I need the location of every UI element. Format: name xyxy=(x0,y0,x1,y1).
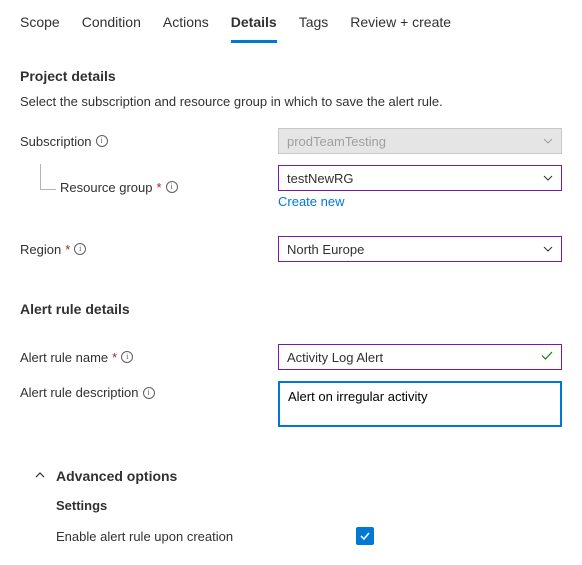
subscription-label-text: Subscription xyxy=(20,134,92,149)
subscription-row: Subscription i prodTeamTesting xyxy=(20,127,562,155)
required-asterisk: * xyxy=(112,350,117,365)
tab-review-create[interactable]: Review + create xyxy=(350,14,451,43)
check-icon xyxy=(540,349,554,366)
info-icon[interactable]: i xyxy=(166,181,178,193)
advanced-options-toggle[interactable]: Advanced options xyxy=(20,468,562,484)
alert-rule-name-label-text: Alert rule name xyxy=(20,350,108,365)
indent-line xyxy=(40,164,56,190)
resource-group-row: Resource group * i testNewRG Create new xyxy=(20,165,562,209)
tab-scope[interactable]: Scope xyxy=(20,14,60,43)
chevron-up-icon xyxy=(34,469,46,484)
info-icon[interactable]: i xyxy=(143,387,155,399)
alert-rule-name-label: Alert rule name * i xyxy=(20,350,278,365)
required-asterisk: * xyxy=(157,180,162,195)
region-select[interactable]: North Europe xyxy=(278,236,562,262)
tab-condition[interactable]: Condition xyxy=(82,14,141,43)
advanced-options-title: Advanced options xyxy=(56,468,177,484)
tab-actions[interactable]: Actions xyxy=(163,14,209,43)
resource-group-select[interactable]: testNewRG xyxy=(278,165,562,191)
info-icon[interactable]: i xyxy=(74,243,86,255)
resource-group-label: Resource group * i xyxy=(20,180,278,195)
project-details-title: Project details xyxy=(20,68,562,84)
details-content: Project details Select the subscription … xyxy=(0,44,582,565)
alert-rule-description-input[interactable] xyxy=(278,381,562,427)
subscription-value: prodTeamTesting xyxy=(287,134,386,149)
chevron-down-icon xyxy=(542,243,554,255)
alert-rule-name-row: Alert rule name * i Activity Log Alert xyxy=(20,343,562,371)
alert-rule-name-value: Activity Log Alert xyxy=(287,350,383,365)
resource-group-label-text: Resource group xyxy=(60,180,153,195)
enable-alert-rule-row: Enable alert rule upon creation xyxy=(20,527,562,545)
alert-rule-description-row: Alert rule description i xyxy=(20,381,562,430)
alert-rule-description-label-text: Alert rule description xyxy=(20,385,139,400)
alert-rule-name-input[interactable]: Activity Log Alert xyxy=(278,344,562,370)
region-value: North Europe xyxy=(287,242,364,257)
chevron-down-icon xyxy=(542,135,554,147)
info-icon[interactable]: i xyxy=(121,351,133,363)
alert-rule-description-label: Alert rule description i xyxy=(20,381,278,400)
resource-group-value: testNewRG xyxy=(287,171,353,186)
tab-bar: Scope Condition Actions Details Tags Rev… xyxy=(0,0,582,44)
region-label: Region * i xyxy=(20,242,278,257)
tab-tags[interactable]: Tags xyxy=(299,14,329,43)
chevron-down-icon xyxy=(542,172,554,184)
settings-title: Settings xyxy=(20,498,562,513)
project-details-hint: Select the subscription and resource gro… xyxy=(20,94,562,109)
create-new-link[interactable]: Create new xyxy=(278,194,344,209)
tab-details[interactable]: Details xyxy=(231,14,277,43)
alert-rule-details-title: Alert rule details xyxy=(20,301,562,317)
enable-alert-rule-checkbox[interactable] xyxy=(356,527,374,545)
subscription-select: prodTeamTesting xyxy=(278,128,562,154)
required-asterisk: * xyxy=(65,242,70,257)
region-row: Region * i North Europe xyxy=(20,235,562,263)
enable-alert-rule-label: Enable alert rule upon creation xyxy=(56,529,356,544)
region-label-text: Region xyxy=(20,242,61,257)
subscription-label: Subscription i xyxy=(20,134,278,149)
info-icon[interactable]: i xyxy=(96,135,108,147)
